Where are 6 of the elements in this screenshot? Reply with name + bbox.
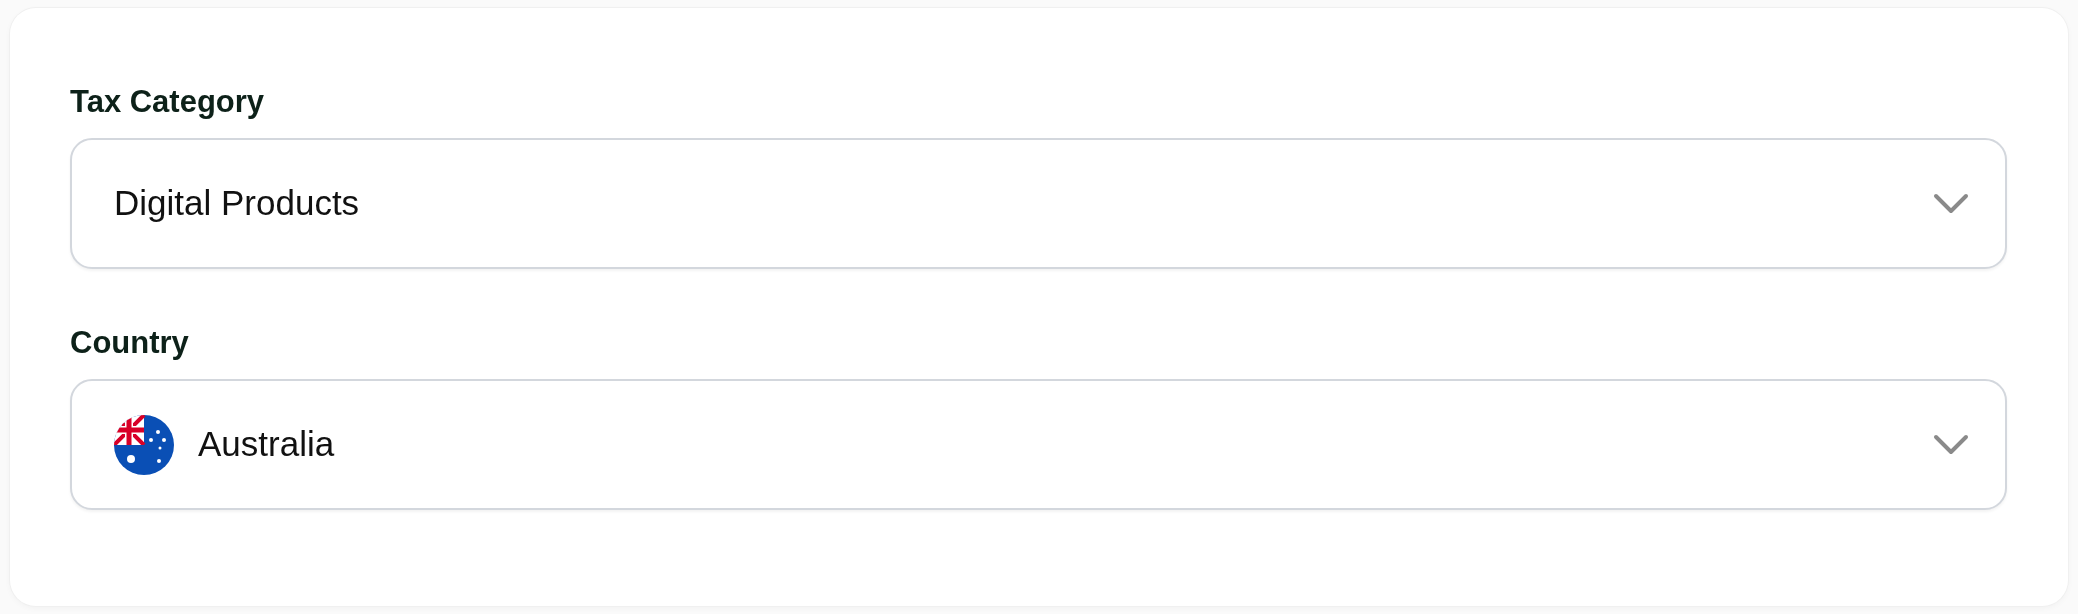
field-label: Tax Category: [70, 86, 265, 117]
chevron-down-icon: [1933, 192, 1969, 215]
select-dropdown[interactable]: Australia: [70, 379, 2007, 510]
select-dropdown[interactable]: Digital Products: [70, 138, 2007, 269]
chevron-down-icon: [1933, 433, 1969, 456]
field-label: Country: [70, 327, 189, 358]
